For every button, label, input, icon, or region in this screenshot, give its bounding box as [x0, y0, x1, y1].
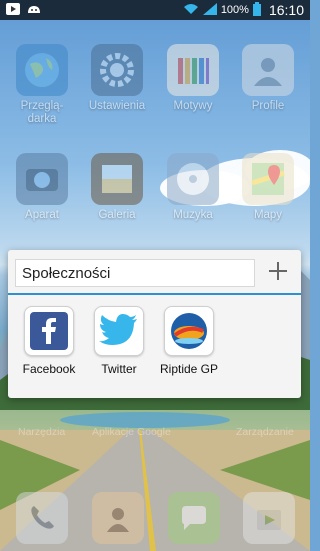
- app-label: Profile: [251, 100, 285, 112]
- folder-divider: [8, 293, 301, 295]
- signal-icon: [202, 2, 217, 18]
- facebook-icon: [24, 306, 74, 356]
- app-label: Aparat: [25, 209, 59, 221]
- dock-play-store[interactable]: [243, 492, 295, 544]
- hidden-folder-label: Zarządzanie: [236, 426, 294, 438]
- messages-icon: [182, 506, 206, 530]
- riptide-gp-icon: [164, 306, 214, 356]
- folder-app-twitter[interactable]: Twitter: [82, 306, 156, 376]
- maps-icon: [242, 153, 294, 205]
- app-label: Twitter: [101, 362, 137, 376]
- dock-messages[interactable]: [168, 492, 220, 544]
- app-browser[interactable]: Przeglą- darka: [5, 44, 79, 126]
- music-disc-icon: [167, 153, 219, 205]
- plus-icon: [269, 262, 287, 280]
- camera-icon: [16, 153, 68, 205]
- battery-icon: [252, 1, 261, 19]
- app-label: Muzyka: [173, 209, 213, 221]
- play-store-icon: [257, 510, 281, 530]
- app-music[interactable]: Muzyka: [156, 153, 230, 222]
- status-bar: 100% 16:10: [0, 0, 310, 20]
- dock-phone[interactable]: [16, 492, 68, 544]
- app-label: Riptide GP: [159, 362, 219, 376]
- app-themes[interactable]: Motywy: [156, 44, 230, 113]
- contacts-icon: [107, 508, 129, 532]
- battery-percent: 100%: [220, 4, 249, 16]
- app-label: Ustawienia: [88, 100, 146, 112]
- app-label: Mapy: [253, 209, 283, 221]
- android-notification-icon: [26, 3, 42, 18]
- app-label: Galeria: [98, 209, 136, 221]
- gear-icon: [91, 44, 143, 96]
- clock: 16:10: [268, 2, 304, 18]
- play-store-notification-icon: [6, 2, 20, 18]
- wifi-icon: [183, 3, 199, 18]
- app-label: Facebook: [22, 362, 76, 376]
- dock-contacts[interactable]: [92, 492, 144, 544]
- app-profiles[interactable]: Profile: [231, 44, 305, 113]
- globe-icon: [16, 44, 68, 96]
- folder-name-field[interactable]: Społeczności: [15, 259, 255, 287]
- add-app-button[interactable]: [265, 258, 291, 284]
- app-camera[interactable]: Aparat: [5, 153, 79, 222]
- gallery-icon: [91, 153, 143, 205]
- folder-app-facebook[interactable]: Facebook: [12, 306, 86, 376]
- app-label: Motywy: [173, 100, 213, 112]
- hidden-folder-label: Aplikacje Google: [92, 426, 171, 438]
- app-gallery[interactable]: Galeria: [80, 153, 154, 222]
- profile-icon: [242, 44, 294, 96]
- app-label: Przeglą- darka: [20, 100, 64, 125]
- hidden-folder-label: Narzędzia: [18, 426, 66, 438]
- pencils-icon: [167, 44, 219, 96]
- app-settings[interactable]: Ustawienia: [80, 44, 154, 113]
- folder-popup: Społeczności Facebook Twitter Riptide GP: [8, 250, 301, 398]
- phone-icon: [31, 506, 54, 529]
- twitter-icon: [94, 306, 144, 356]
- folder-app-riptide-gp[interactable]: Riptide GP: [152, 306, 226, 376]
- app-maps[interactable]: Mapy: [231, 153, 305, 222]
